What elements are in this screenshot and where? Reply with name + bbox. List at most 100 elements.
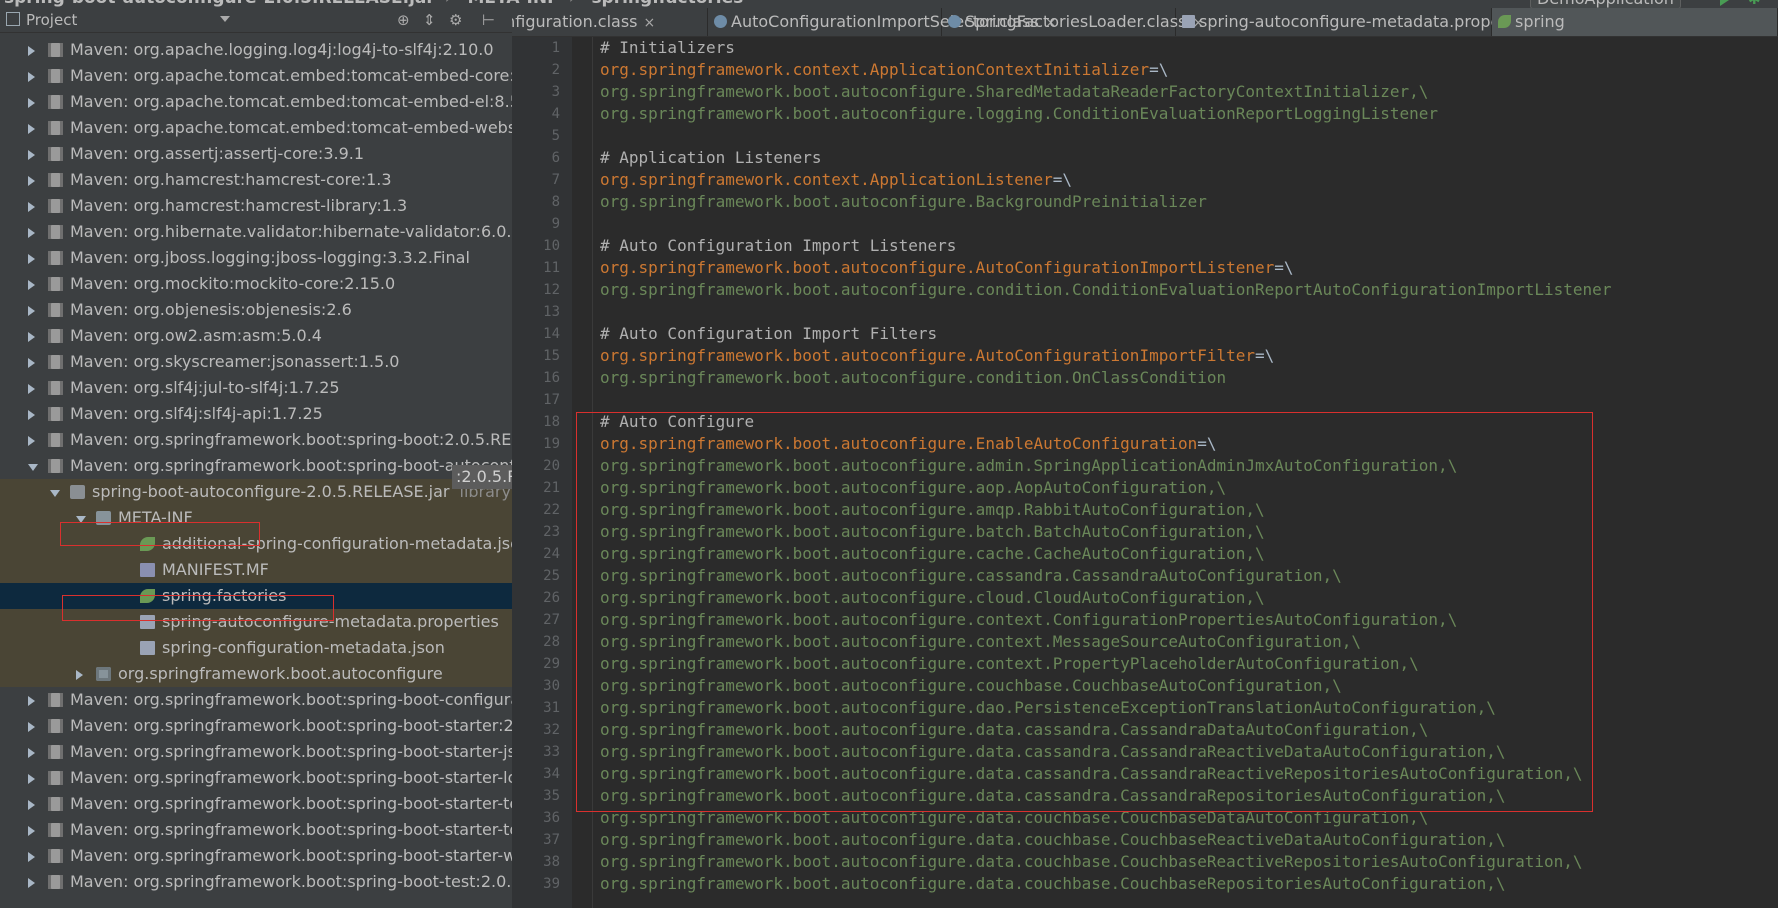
collapse-all-icon[interactable]: ⇕	[423, 11, 436, 29]
project-title: Project	[26, 11, 78, 29]
tree-node[interactable]: spring-configuration-metadata.json	[0, 635, 512, 661]
tree-node[interactable]: Maven: org.objenesis:objenesis:2.6	[0, 297, 512, 323]
tree-node-label: Maven: org.assertj:assertj-core:3.9.1	[70, 141, 364, 167]
collapsed-arrow-icon[interactable]	[28, 280, 35, 290]
collapsed-arrow-icon[interactable]	[28, 358, 35, 368]
tree-node[interactable]: Maven: org.springframework.boot:spring-b…	[0, 453, 512, 479]
code-line: org.springframework.boot.autoconfigure.d…	[600, 873, 1770, 895]
chevron-down-icon[interactable]	[220, 16, 230, 22]
line-number: 15	[543, 348, 560, 364]
tree-node[interactable]: org.springframework.boot.autoconfigure	[0, 661, 512, 687]
tree-node[interactable]: spring-boot-autoconfigure-2.0.5.RELEASE.…	[0, 479, 512, 505]
line-number: 35	[543, 788, 560, 804]
collapsed-arrow-icon[interactable]	[28, 826, 35, 836]
collapsed-arrow-icon[interactable]	[28, 696, 35, 706]
library-icon	[48, 849, 63, 863]
collapsed-arrow-icon[interactable]	[28, 332, 35, 342]
tree-node-label: Maven: org.apache.logging.log4j:log4j-to…	[70, 37, 494, 63]
code-line: org.springframework.boot.autoconfigure.A…	[600, 257, 1770, 279]
editor-tab[interactable]: spring	[1492, 8, 1778, 36]
tree-node[interactable]: Maven: org.apache.tomcat.embed:tomcat-em…	[0, 63, 512, 89]
tree-node[interactable]: Maven: org.slf4j:jul-to-slf4j:1.7.25	[0, 375, 512, 401]
tree-node[interactable]: Maven: org.hamcrest:hamcrest-library:1.3	[0, 193, 512, 219]
collapsed-arrow-icon[interactable]	[28, 852, 35, 862]
tree-node[interactable]: Maven: org.springframework.boot:spring-b…	[0, 687, 512, 713]
gear-icon[interactable]: ⚙	[449, 11, 462, 29]
tree-node[interactable]: Maven: org.ow2.asm:asm:5.0.4	[0, 323, 512, 349]
collapsed-arrow-icon[interactable]	[28, 176, 35, 186]
collapsed-arrow-icon[interactable]	[28, 254, 35, 264]
tree-node-label: Maven: org.apache.tomcat.embed:tomcat-em…	[70, 63, 512, 89]
library-icon	[48, 407, 63, 421]
code-line: org.springframework.boot.autoconfigure.S…	[600, 81, 1770, 103]
tree-node[interactable]: Maven: org.hamcrest:hamcrest-core:1.3	[0, 167, 512, 193]
collapsed-arrow-icon[interactable]	[28, 436, 35, 446]
target-icon[interactable]: ⊕	[397, 11, 410, 29]
collapsed-arrow-icon[interactable]	[28, 228, 35, 238]
line-number: 19	[543, 436, 560, 452]
collapsed-arrow-icon[interactable]	[28, 150, 35, 160]
tree-node[interactable]: Maven: org.springframework.boot:spring-b…	[0, 739, 512, 765]
tree-node[interactable]: Maven: org.springframework.boot:spring-b…	[0, 869, 512, 895]
tree-node[interactable]: Maven: org.apache.tomcat.embed:tomcat-em…	[0, 115, 512, 141]
tree-node-label: Maven: org.hibernate.validator:hibernate…	[70, 219, 512, 245]
tree-node[interactable]: Maven: org.springframework.boot:spring-b…	[0, 791, 512, 817]
collapsed-arrow-icon[interactable]	[28, 748, 35, 758]
tree-node-label: MANIFEST.MF	[162, 557, 269, 583]
collapsed-arrow-icon[interactable]	[28, 98, 35, 108]
breadcrumb-jar[interactable]: spring-boot-autoconfigure-2.0.5.RELEASE.…	[4, 0, 435, 8]
tree-node[interactable]: Maven: org.apache.logging.log4j:log4j-to…	[0, 37, 512, 63]
tree-node[interactable]: Maven: org.jboss.logging:jboss-logging:3…	[0, 245, 512, 271]
collapsed-arrow-icon[interactable]	[28, 72, 35, 82]
tree-node[interactable]: Maven: org.springframework.boot:spring-b…	[0, 713, 512, 739]
editor-tab[interactable]: spring-autoconfigure-metadata.properties…	[1176, 8, 1554, 36]
run-configuration-select[interactable]: DemoApplication	[1530, 0, 1681, 8]
tree-node[interactable]: Maven: org.slf4j:slf4j-api:1.7.25	[0, 401, 512, 427]
tree-node-label: Maven: org.springframework.boot:spring-b…	[70, 817, 512, 843]
breadcrumb-file[interactable]: spring.factories	[591, 0, 743, 8]
debug-icon[interactable]: ✱	[1748, 0, 1761, 8]
library-icon	[48, 121, 63, 135]
collapsed-arrow-icon[interactable]	[28, 774, 35, 784]
tree-node[interactable]: Maven: org.springframework.boot:spring-b…	[0, 765, 512, 791]
line-number: 20	[543, 458, 560, 474]
tree-node[interactable]: Maven: org.springframework.boot:spring-b…	[0, 817, 512, 843]
collapsed-arrow-icon[interactable]	[28, 46, 35, 56]
expanded-arrow-icon[interactable]	[50, 490, 60, 497]
collapsed-arrow-icon[interactable]	[28, 410, 35, 420]
line-number: 12	[543, 282, 560, 298]
collapsed-arrow-icon[interactable]	[28, 202, 35, 212]
expanded-arrow-icon[interactable]	[28, 464, 38, 471]
collapsed-arrow-icon[interactable]	[28, 800, 35, 810]
tree-node[interactable]: Maven: org.mockito:mockito-core:2.15.0	[0, 271, 512, 297]
project-icon	[6, 12, 20, 26]
hide-panel-icon[interactable]: ⊢	[482, 11, 495, 29]
collapsed-arrow-icon[interactable]	[28, 306, 35, 316]
line-number: 27	[543, 612, 560, 628]
tree-node-text: Maven: org.hamcrest:hamcrest-core:1.3	[70, 170, 392, 189]
editor-tab[interactable]: SpringFactoriesLoader.class ×	[942, 8, 1204, 36]
library-icon	[48, 719, 63, 733]
collapsed-arrow-icon[interactable]	[28, 384, 35, 394]
tree-node[interactable]: Maven: org.springframework.boot:spring-b…	[0, 427, 512, 453]
editor-tab-label: spring	[1515, 12, 1565, 31]
editor-tab[interactable]: AutoConfigurationImportSelector.class ×	[708, 8, 1057, 36]
tree-node[interactable]: MANIFEST.MF	[0, 557, 512, 583]
run-icon[interactable]	[1720, 0, 1732, 6]
tree-node[interactable]: Maven: org.assertj:assertj-core:3.9.1	[0, 141, 512, 167]
close-icon[interactable]: ×	[644, 15, 656, 31]
breadcrumb-meta-inf[interactable]: META-INF	[468, 0, 559, 8]
tree-node[interactable]: Maven: org.springframework.boot:spring-b…	[0, 843, 512, 869]
collapsed-arrow-icon[interactable]	[76, 670, 83, 680]
library-icon	[48, 329, 63, 343]
tree-node[interactable]: Maven: org.apache.tomcat.embed:tomcat-em…	[0, 89, 512, 115]
project-view-selector[interactable]: Project	[6, 11, 77, 29]
collapsed-arrow-icon[interactable]	[28, 124, 35, 134]
tree-node[interactable]: Maven: org.hibernate.validator:hibernate…	[0, 219, 512, 245]
tree-node[interactable]: Maven: org.skyscreamer:jsonassert:1.5.0	[0, 349, 512, 375]
line-number: 33	[543, 744, 560, 760]
editor-tab[interactable]: utoConfiguration.class ×	[512, 8, 708, 36]
collapsed-arrow-icon[interactable]	[28, 722, 35, 732]
collapsed-arrow-icon[interactable]	[28, 878, 35, 888]
code-line-text: org.springframework.boot.autoconfigure.d…	[600, 874, 1506, 893]
